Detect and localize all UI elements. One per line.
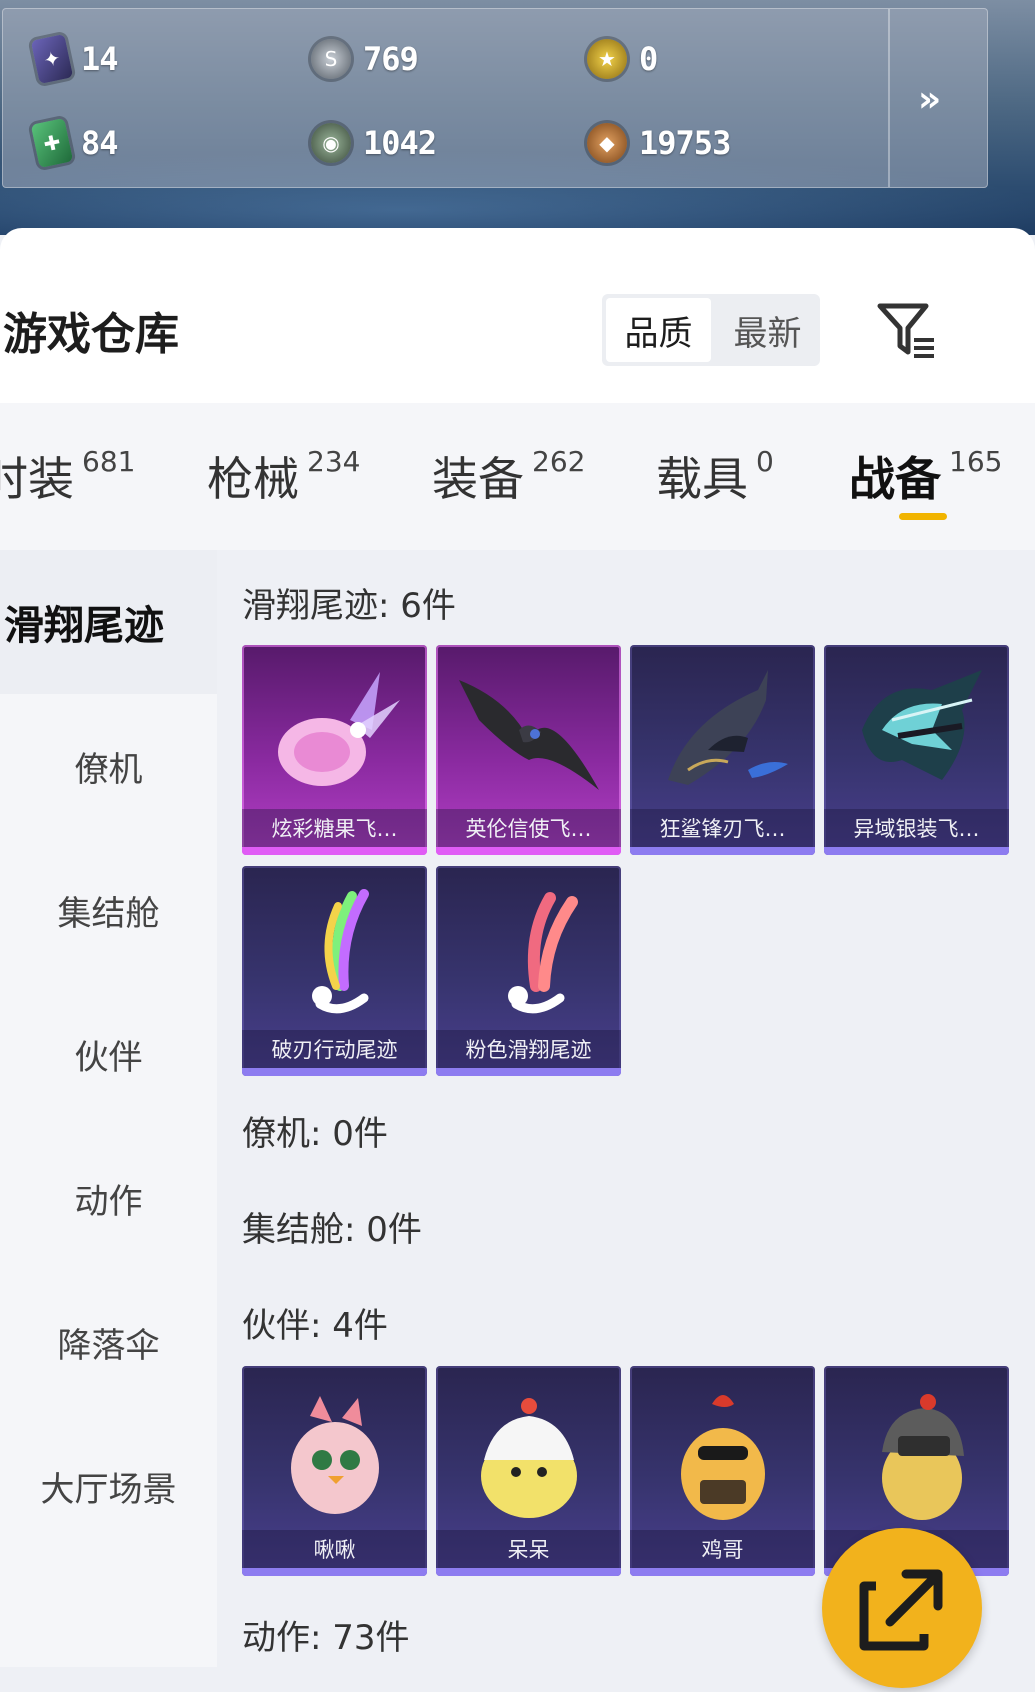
rarity-strip [242, 1068, 427, 1076]
helmet-chick-image [824, 1366, 1009, 1536]
currency-value: 19753 [639, 124, 731, 162]
item-name: 异域银装飞… [824, 809, 1009, 847]
item-card[interactable]: 破刃行动尾迹 [242, 866, 427, 1076]
currency-value: 1042 [363, 124, 437, 162]
item-name: 鸡哥 [630, 1530, 815, 1568]
tab-fashion[interactable]: 时装 681 [0, 443, 135, 509]
item-card[interactable]: 异域银装飞… [824, 645, 1009, 855]
currency-purple-card: ✦ 14 [30, 29, 119, 89]
section-title-partner: 伙伴: 4件 [242, 1306, 388, 1346]
subcategory-sidebar: 滑翔尾迹 僚机 集结舱 伙伴 动作 降落伞 大厅场景 [0, 550, 217, 1667]
item-name: 粉色滑翔尾迹 [436, 1030, 621, 1068]
candy-glider-image [242, 645, 427, 815]
green-card-icon: ✚ [30, 117, 74, 169]
item-card[interactable]: 狂鲨锋刃飞… [630, 645, 815, 855]
rarity-strip [242, 1568, 427, 1576]
tab-label: 枪械 [207, 452, 299, 506]
tab-label: 载具 [656, 452, 748, 506]
item-name: 啾啾 [242, 1530, 427, 1568]
purple-card-icon: ✦ [30, 33, 74, 85]
currency-value: 769 [363, 40, 419, 78]
panel-divider [888, 9, 890, 187]
item-card[interactable]: 鸡哥 [630, 1366, 815, 1576]
active-tab-indicator [899, 513, 947, 520]
item-card[interactable]: 粉色滑翔尾迹 [436, 866, 621, 1076]
item-card[interactable]: 英伦信使飞… [436, 645, 621, 855]
tab-label: 时装 [0, 452, 74, 506]
sidebar-item-capsule[interactable]: 集结舱 [0, 838, 217, 982]
section-title-capsule: 集结舱: 0件 [242, 1210, 422, 1250]
tab-label: 装备 [432, 452, 524, 506]
currency-silver-coin: S 769 [311, 29, 419, 89]
item-card[interactable]: 呆呆 [436, 1366, 621, 1576]
copper-medal-icon: ◆ [587, 123, 627, 163]
exotic-glider-image [824, 645, 1009, 815]
currency-value: 14 [81, 40, 119, 78]
section-title-emote: 动作: 73件 [242, 1618, 410, 1658]
share-button[interactable] [822, 1528, 982, 1688]
currency-banner: ✦ 14 S 769 ★ 0 ✚ 84 ◉ 1042 ◆ 19753 » [0, 0, 1035, 235]
sidebar-item-parachute[interactable]: 降落伞 [0, 1270, 217, 1414]
gold-coin-icon: ★ [587, 39, 627, 79]
item-card[interactable]: 啾啾 [242, 1366, 427, 1576]
sidebar-item-emote[interactable]: 动作 [0, 1126, 217, 1270]
currency-bronze-coin: ◉ 1042 [311, 113, 437, 173]
rarity-strip [824, 847, 1009, 855]
silver-coin-icon: S [311, 39, 351, 79]
bronze-coin-icon: ◉ [311, 123, 351, 163]
page-title: 游戏仓库 [3, 309, 179, 360]
rainbow-trail-image [242, 866, 427, 1036]
warehouse-header: 游戏仓库 品质 最新 [0, 228, 1035, 403]
item-name: 英伦信使飞… [436, 809, 621, 847]
rarity-strip [630, 1568, 815, 1576]
category-tabs: 时装 681 枪械 234 装备 262 载具 0 战备 165 [0, 403, 1035, 550]
open-external-icon [859, 1569, 943, 1651]
raven-glider-image [436, 645, 621, 815]
sidebar-item-glide-trail[interactable]: 滑翔尾迹 [0, 550, 217, 694]
item-name: 呆呆 [436, 1530, 621, 1568]
tab-guns[interactable]: 枪械 234 [207, 443, 360, 509]
tab-count: 234 [307, 445, 361, 478]
currency-copper-medal: ◆ 19753 [587, 113, 731, 173]
currency-panel[interactable]: ✦ 14 S 769 ★ 0 ✚ 84 ◉ 1042 ◆ 19753 » [2, 8, 988, 188]
sidebar-item-wingman[interactable]: 僚机 [0, 694, 217, 838]
sidebar-item-partner[interactable]: 伙伴 [0, 982, 217, 1126]
tab-count: 262 [532, 445, 586, 478]
pink-trail-image [436, 866, 621, 1036]
sort-toggle[interactable]: 品质 最新 [602, 294, 820, 366]
item-name: 破刃行动尾迹 [242, 1030, 427, 1068]
tab-combat-gear[interactable]: 战备 165 [849, 443, 1002, 509]
tab-vehicles[interactable]: 载具 0 [656, 443, 774, 509]
cool-chick-image [630, 1366, 815, 1536]
currency-gold-coin: ★ 0 [587, 29, 658, 89]
rarity-strip [436, 1068, 621, 1076]
currency-value: 0 [639, 40, 658, 78]
tab-count: 165 [949, 445, 1003, 478]
sort-newest-button[interactable]: 最新 [715, 298, 820, 362]
tab-count: 681 [82, 445, 136, 478]
yellow-chick-image [436, 1366, 621, 1536]
pink-chick-image [242, 1366, 427, 1536]
rarity-strip [436, 847, 621, 855]
currency-value: 84 [81, 124, 119, 162]
section-title-wingman: 僚机: 0件 [242, 1114, 388, 1154]
tab-count: 0 [756, 445, 774, 478]
expand-arrow-icon[interactable]: » [918, 79, 941, 120]
section-title-glide-trail: 滑翔尾迹: 6件 [242, 586, 456, 626]
rarity-strip [630, 847, 815, 855]
currency-green-card: ✚ 84 [30, 113, 119, 173]
shark-glider-image [630, 645, 815, 815]
item-name: 炫彩糖果飞… [242, 809, 427, 847]
tab-label: 战备 [849, 452, 941, 506]
rarity-strip [436, 1568, 621, 1576]
filter-icon[interactable] [876, 300, 938, 362]
item-name: 狂鲨锋刃飞… [630, 809, 815, 847]
sidebar-item-lobby-scene[interactable]: 大厅场景 [0, 1414, 217, 1558]
sort-quality-button[interactable]: 品质 [606, 298, 711, 362]
item-card[interactable]: 炫彩糖果飞… [242, 645, 427, 855]
rarity-strip [242, 847, 427, 855]
tab-equipment[interactable]: 装备 262 [432, 443, 585, 509]
